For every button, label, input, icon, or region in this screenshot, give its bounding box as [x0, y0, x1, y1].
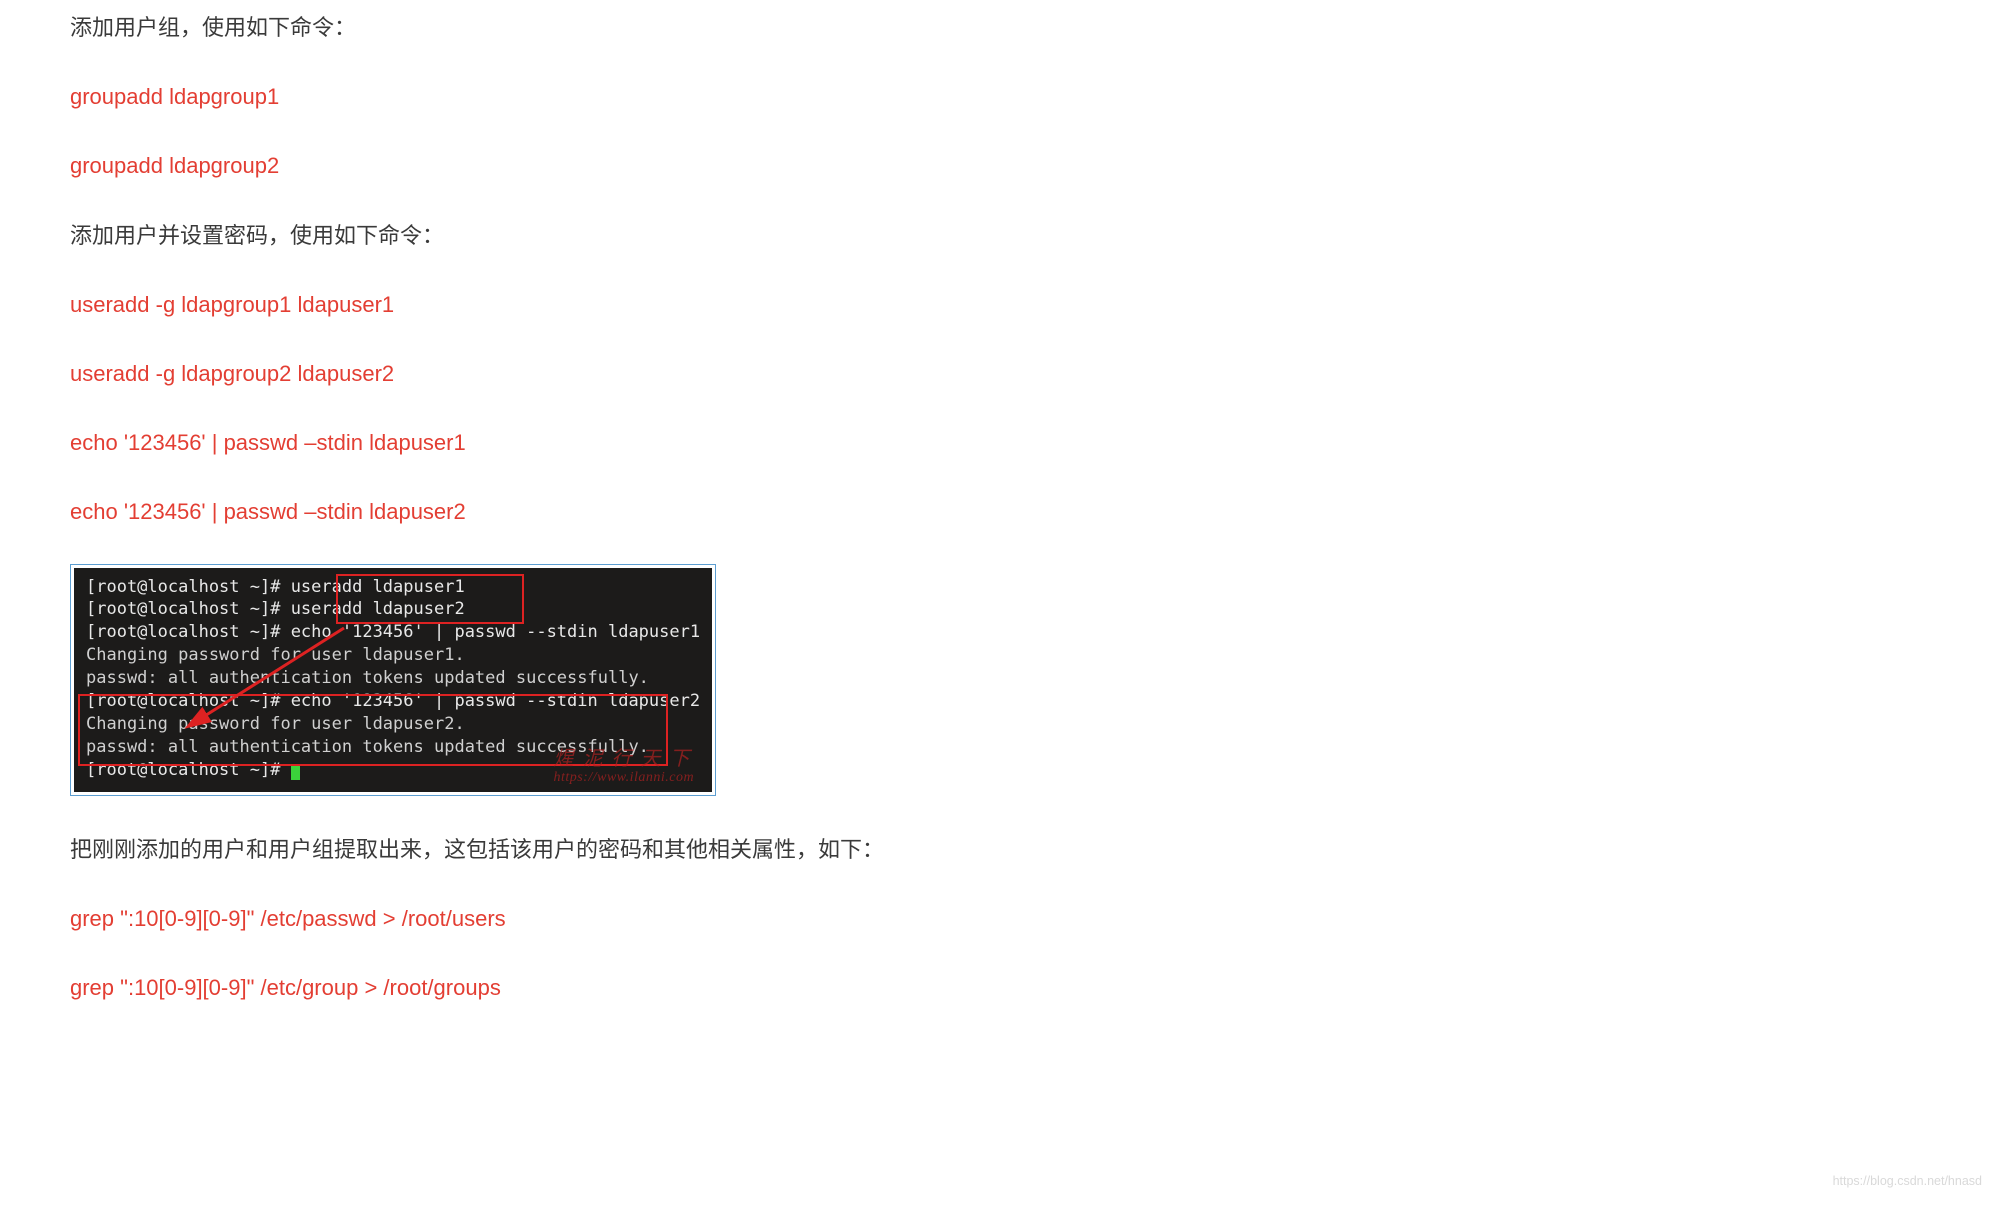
- paragraph-add-group: 添加用户组，使用如下命令：: [70, 10, 1470, 45]
- paragraph-add-user: 添加用户并设置密码，使用如下命令：: [70, 218, 1470, 253]
- terminal-screenshot: [root@localhost ~]# useradd ldapuser1 [r…: [70, 564, 716, 796]
- footer-watermark: https://blog.csdn.net/hnasd: [1833, 1174, 1982, 1188]
- terminal-line: passwd: all authentication tokens update…: [86, 736, 700, 759]
- article-body: 添加用户组，使用如下命令： groupadd ldapgroup1 groupa…: [0, 0, 1540, 1006]
- terminal-line: Changing password for user ldapuser1.: [86, 644, 700, 667]
- terminal-line: [root@localhost ~]#: [86, 759, 700, 782]
- terminal-line: Changing password for user ldapuser2.: [86, 713, 700, 736]
- command-passwd-1: echo '123456' | passwd –stdin ldapuser1: [70, 425, 1470, 460]
- terminal-line: passwd: all authentication tokens update…: [86, 667, 700, 690]
- command-grep-groups: grep ":10[0-9][0-9]" /etc/group > /root/…: [70, 970, 1470, 1005]
- terminal-line: [root@localhost ~]# useradd ldapuser1: [86, 576, 700, 599]
- command-grep-users: grep ":10[0-9][0-9]" /etc/passwd > /root…: [70, 901, 1470, 936]
- cursor-icon: [291, 764, 300, 780]
- terminal-line: [root@localhost ~]# useradd ldapuser2: [86, 598, 700, 621]
- command-useradd-2: useradd -g ldapgroup2 ldapuser2: [70, 356, 1470, 391]
- terminal-content: [root@localhost ~]# useradd ldapuser1 [r…: [74, 568, 712, 792]
- command-groupadd-2: groupadd ldapgroup2: [70, 148, 1470, 183]
- command-passwd-2: echo '123456' | passwd –stdin ldapuser2: [70, 494, 1470, 529]
- command-useradd-1: useradd -g ldapgroup1 ldapuser1: [70, 287, 1470, 322]
- command-groupadd-1: groupadd ldapgroup1: [70, 79, 1470, 114]
- paragraph-extract: 把刚刚添加的用户和用户组提取出来，这包括该用户的密码和其他相关属性，如下：: [70, 832, 1470, 867]
- terminal-line: [root@localhost ~]# echo '123456' | pass…: [86, 621, 700, 644]
- terminal-line: [root@localhost ~]# echo '123456' | pass…: [86, 690, 700, 713]
